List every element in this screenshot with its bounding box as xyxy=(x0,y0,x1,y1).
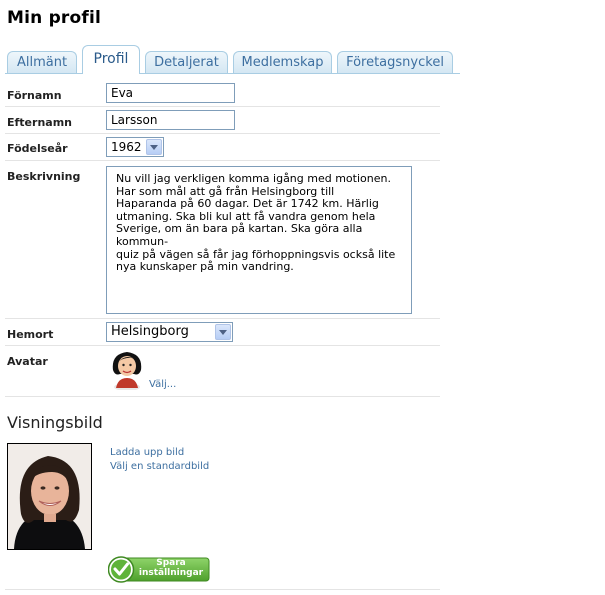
chevron-down-icon[interactable] xyxy=(215,324,231,340)
chevron-down-icon[interactable] xyxy=(146,139,162,155)
description-label: Beskrivning xyxy=(7,170,81,183)
profile-photo xyxy=(7,443,92,550)
birth-year-label: Födelseår xyxy=(7,142,68,155)
tab-detaljerat[interactable]: Detaljerat xyxy=(145,51,228,73)
save-button-label-line1: Spara xyxy=(156,558,186,568)
birth-year-select[interactable]: 1962 xyxy=(106,137,164,157)
choose-default-image-link[interactable]: Välj en standardbild xyxy=(110,461,209,472)
tab-medlemskap[interactable]: Medlemskap xyxy=(233,51,332,73)
last-name-field[interactable]: Larsson xyxy=(106,110,235,130)
home-town-value: Helsingborg xyxy=(111,324,189,339)
row-divider xyxy=(5,589,440,590)
tab-bar: Allmänt Profil Detaljerat Medlemskap För… xyxy=(5,45,460,74)
avatar-choose-link[interactable]: Välj... xyxy=(149,379,176,390)
home-town-select[interactable]: Helsingborg xyxy=(106,322,233,342)
page-title: Min profil xyxy=(7,8,102,28)
birth-year-value: 1962 xyxy=(111,140,142,154)
tab-profil[interactable]: Profil xyxy=(82,45,140,74)
last-name-label: Efternamn xyxy=(7,116,72,129)
row-divider xyxy=(5,396,440,397)
description-textarea[interactable]: Nu vill jag verkligen komma igång med mo… xyxy=(106,166,412,314)
save-settings-button[interactable]: Spara inställningar xyxy=(107,556,211,583)
save-button-label-line2: inställningar xyxy=(138,568,204,578)
first-name-label: Förnamn xyxy=(7,89,62,102)
row-divider xyxy=(5,133,440,134)
row-divider xyxy=(5,106,440,107)
row-divider xyxy=(5,318,440,319)
upload-image-link[interactable]: Ladda upp bild xyxy=(110,447,184,458)
avatar-label: Avatar xyxy=(7,355,48,368)
avatar-image[interactable] xyxy=(108,348,146,391)
tab-foretagsnyckel[interactable]: Företagsnyckel xyxy=(337,51,453,73)
first-name-field[interactable]: Eva xyxy=(106,83,235,103)
tab-allmant[interactable]: Allmänt xyxy=(7,51,77,73)
display-image-title: Visningsbild xyxy=(7,413,103,432)
row-divider xyxy=(5,160,440,161)
home-town-label: Hemort xyxy=(7,328,54,341)
row-divider xyxy=(5,345,440,346)
